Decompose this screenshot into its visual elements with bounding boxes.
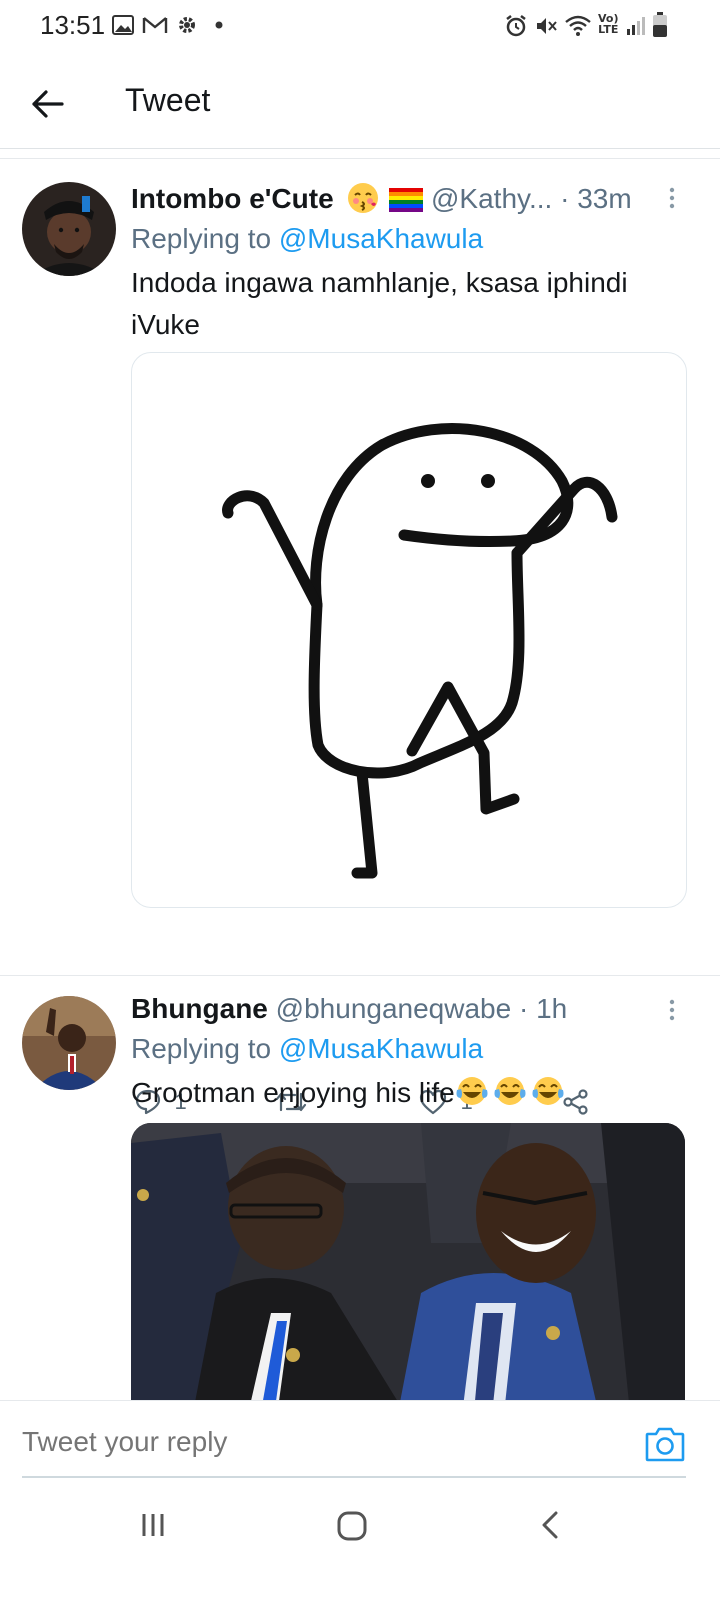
tweet-text: Grootman enjoying his life xyxy=(131,1077,455,1108)
status-time: 13:51 xyxy=(40,10,106,40)
recents-icon[interactable] xyxy=(138,1510,168,1540)
tweet-media[interactable] xyxy=(131,352,687,908)
mention-link[interactable]: @MusaKhawula xyxy=(279,223,483,254)
app-bar: Tweet xyxy=(0,56,720,149)
alarm-icon xyxy=(504,14,528,38)
wifi-icon xyxy=(564,14,592,38)
back-arrow-icon[interactable] xyxy=(22,78,74,130)
handle[interactable]: @Kathy... xyxy=(431,183,552,214)
separator-dot: · xyxy=(518,993,529,1024)
nav-back-icon[interactable] xyxy=(536,1510,566,1540)
avatar[interactable] xyxy=(22,996,116,1090)
replying-label: Replying to xyxy=(131,1033,272,1064)
divider xyxy=(0,158,720,159)
reply-input[interactable] xyxy=(22,1426,582,1458)
replying-to: Replying to @MusaKhawula xyxy=(131,1032,483,1066)
tweet-header: Intombo e'Cute @Kathy... · 33m xyxy=(131,182,632,216)
camera-icon[interactable] xyxy=(644,1424,686,1464)
mute-icon xyxy=(534,14,558,38)
tweet-text: Indoda ingawa namhlanje, ksasa iphindi i… xyxy=(131,267,628,340)
tweet[interactable]: Intombo e'Cute @Kathy... · 33m Replying … xyxy=(0,160,720,1115)
status-bar: 13:51 Vo) LTE xyxy=(0,0,720,56)
gmail-icon xyxy=(142,14,168,36)
display-name[interactable]: Bhungane xyxy=(131,993,268,1024)
signal-icon xyxy=(626,14,646,36)
handle[interactable]: @bhunganeqwabe xyxy=(276,993,512,1024)
replying-label: Replying to xyxy=(131,223,272,254)
more-options-icon[interactable] xyxy=(666,186,678,210)
tweet-media[interactable] xyxy=(131,1123,685,1400)
home-icon[interactable] xyxy=(336,1510,368,1542)
more-options-icon[interactable] xyxy=(666,998,678,1022)
timestamp: 33m xyxy=(577,183,632,214)
rainbow-flag-emoji xyxy=(389,187,424,213)
page-title: Tweet xyxy=(125,82,211,118)
settings-icon xyxy=(176,14,198,36)
tears-of-joy-emoji xyxy=(493,1074,527,1108)
tweet[interactable]: Bhungane @bhunganeqwabe · 1h Replying to… xyxy=(0,976,720,1400)
mention-link[interactable]: @MusaKhawula xyxy=(279,1033,483,1064)
tweet-text-row: Grootman enjoying his life xyxy=(131,1072,691,1114)
gallery-icon xyxy=(112,14,134,36)
stick-figure-drawing xyxy=(222,423,618,879)
dot-icon xyxy=(214,20,224,30)
avatar[interactable] xyxy=(22,182,116,276)
system-nav-bar xyxy=(0,1478,720,1600)
tweet-header: Bhungane @bhunganeqwabe · 1h xyxy=(131,992,567,1026)
two-men-laughing-photo xyxy=(131,1123,685,1400)
battery-icon xyxy=(652,12,668,38)
display-name[interactable]: Intombo e'Cute xyxy=(131,183,334,214)
tears-of-joy-emoji xyxy=(455,1074,489,1108)
kissing-face-emoji xyxy=(347,182,379,214)
timestamp: 1h xyxy=(536,993,568,1024)
tears-of-joy-emoji xyxy=(531,1074,565,1108)
volte-icon: Vo) LTE xyxy=(598,12,619,36)
replying-to: Replying to @MusaKhawula xyxy=(131,222,483,256)
separator-dot: · xyxy=(560,183,570,214)
